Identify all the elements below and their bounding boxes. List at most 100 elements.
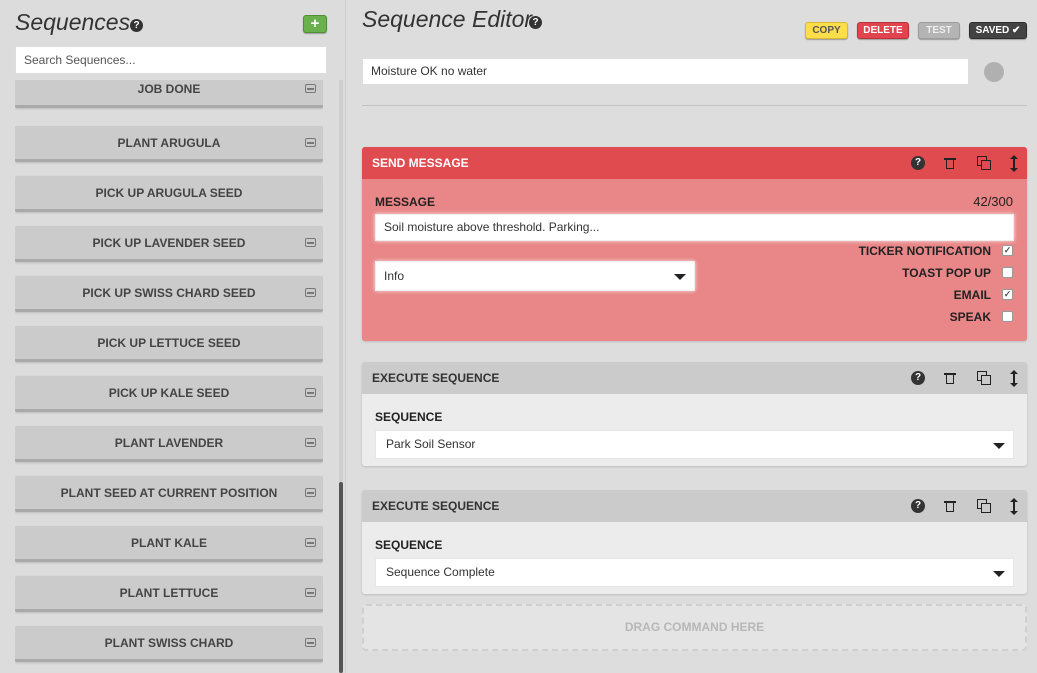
- sequence-select-value: Park Soil Sensor: [386, 437, 476, 451]
- help-icon[interactable]: ?: [130, 19, 143, 32]
- sequences-sidebar: Sequences ? + JOB DONE PLANT ARUGULA PIC…: [0, 0, 346, 673]
- drag-command-dropzone[interactable]: DRAG COMMAND HERE: [362, 604, 1027, 651]
- duplicate-icon[interactable]: [977, 371, 991, 385]
- disk-icon: [305, 84, 316, 93]
- add-sequence-button[interactable]: +: [303, 15, 327, 33]
- char-count: 42/300: [973, 194, 1013, 209]
- sequence-item-label: PLANT ARUGULA: [117, 136, 221, 150]
- disk-icon: [305, 138, 316, 147]
- sidebar-scrollbar[interactable]: [339, 80, 343, 673]
- sequence-select-value: Sequence Complete: [386, 565, 495, 579]
- sequence-item-label: PICK UP SWISS CHARD SEED: [82, 286, 256, 300]
- sequence-item[interactable]: PICK UP ARUGULA SEED: [15, 176, 323, 212]
- email-checkbox[interactable]: ✓: [1002, 289, 1013, 300]
- help-icon[interactable]: ?: [529, 16, 542, 29]
- sidebar-title: Sequences: [15, 9, 131, 35]
- sequence-item[interactable]: PICK UP KALE SEED: [15, 376, 323, 412]
- saved-button[interactable]: SAVED ✔: [969, 22, 1027, 39]
- message-label: MESSAGE: [375, 195, 436, 209]
- execute-sequence-step: EXECUTE SEQUENCE ? SEQUENCE Park Soil Se…: [362, 362, 1027, 466]
- delete-button[interactable]: DELETE: [857, 22, 909, 39]
- channel-label: EMAIL: [953, 288, 991, 302]
- trash-icon[interactable]: [943, 371, 957, 385]
- sequence-item-label: PLANT LAVENDER: [114, 436, 224, 450]
- sequence-select[interactable]: Park Soil Sensor: [375, 430, 1014, 459]
- help-icon[interactable]: ?: [911, 371, 925, 385]
- sequence-item-label: PLANT SEED AT CURRENT POSITION: [60, 486, 278, 500]
- disk-icon: [305, 438, 316, 447]
- sequence-item-label: PICK UP KALE SEED: [108, 386, 230, 400]
- disk-icon: [305, 488, 316, 497]
- divider: [362, 105, 1027, 106]
- disk-icon: [305, 288, 316, 297]
- copy-button[interactable]: COPY: [805, 22, 848, 39]
- sequence-label: SEQUENCE: [375, 410, 443, 424]
- step-header[interactable]: EXECUTE SEQUENCE ?: [362, 490, 1027, 522]
- chevron-down-icon: [993, 571, 1005, 577]
- send-message-step: SEND MESSAGE ? MESSAGE 42/300 Soil moist…: [362, 147, 1027, 341]
- search-sequences-input[interactable]: [15, 46, 327, 74]
- sequence-item-label: PICK UP LAVENDER SEED: [92, 236, 246, 250]
- trash-icon[interactable]: [943, 156, 957, 170]
- sequence-item[interactable]: JOB DONE: [15, 80, 323, 108]
- channel-ticker[interactable]: TICKER NOTIFICATION ✓: [793, 244, 1013, 260]
- channel-label: TICKER NOTIFICATION: [858, 244, 991, 258]
- step-title: EXECUTE SEQUENCE: [372, 499, 500, 513]
- sequence-item-label: JOB DONE: [137, 82, 201, 96]
- sequence-item-label: PLANT KALE: [131, 536, 207, 550]
- sequence-item[interactable]: PICK UP LETTUCE SEED: [15, 326, 323, 362]
- sequence-item-label: PICK UP LETTUCE SEED: [97, 336, 241, 350]
- chevron-down-icon: [993, 443, 1005, 449]
- disk-icon: [305, 638, 316, 647]
- step-header[interactable]: EXECUTE SEQUENCE ?: [362, 362, 1027, 394]
- ticker-checkbox[interactable]: ✓: [1002, 245, 1013, 256]
- color-picker[interactable]: [984, 62, 1004, 82]
- page-title: Sequence Editor: [362, 6, 533, 32]
- sequence-name-input[interactable]: Moisture OK no water: [362, 58, 969, 85]
- sequence-item[interactable]: PLANT KALE: [15, 526, 323, 562]
- move-icon[interactable]: [1007, 370, 1021, 387]
- disk-icon: [305, 588, 316, 597]
- help-icon[interactable]: ?: [911, 499, 925, 513]
- message-input[interactable]: Soil moisture above threshold. Parking..…: [375, 214, 1014, 241]
- message-type-value: Info: [384, 269, 405, 283]
- channel-label: SPEAK: [949, 310, 991, 324]
- duplicate-icon[interactable]: [977, 499, 991, 513]
- move-icon[interactable]: [1007, 155, 1021, 172]
- chevron-down-icon: [674, 274, 686, 280]
- speak-checkbox[interactable]: [1002, 311, 1013, 322]
- move-icon[interactable]: [1007, 498, 1021, 515]
- sequence-item[interactable]: PLANT LAVENDER: [15, 426, 323, 462]
- channel-toast[interactable]: TOAST POP UP: [793, 266, 1013, 282]
- sequence-item[interactable]: PLANT SEED AT CURRENT POSITION: [15, 476, 323, 512]
- disk-icon: [305, 388, 316, 397]
- channel-email[interactable]: EMAIL ✓: [793, 288, 1013, 304]
- test-button[interactable]: TEST: [918, 22, 960, 39]
- execute-sequence-step: EXECUTE SEQUENCE ? SEQUENCE Sequence Com…: [362, 490, 1027, 594]
- sequence-item[interactable]: PLANT LETTUCE: [15, 576, 323, 612]
- help-icon[interactable]: ?: [911, 156, 925, 170]
- sequence-item[interactable]: PLANT ARUGULA: [15, 126, 323, 162]
- sequence-list: JOB DONE PLANT ARUGULA PICK UP ARUGULA S…: [15, 80, 323, 673]
- step-title: SEND MESSAGE: [372, 156, 469, 170]
- disk-icon: [305, 538, 316, 547]
- trash-icon[interactable]: [943, 499, 957, 513]
- sequence-editor: Sequence Editor ? COPY DELETE TEST SAVED…: [346, 0, 1037, 673]
- sequence-select[interactable]: Sequence Complete: [375, 558, 1014, 587]
- channel-speak[interactable]: SPEAK: [793, 310, 1013, 326]
- disk-icon: [305, 238, 316, 247]
- duplicate-icon[interactable]: [977, 156, 991, 170]
- scrollbar-thumb[interactable]: [339, 482, 343, 673]
- sequence-item[interactable]: PLANT SWISS CHARD: [15, 626, 323, 662]
- message-type-select[interactable]: Info: [375, 261, 695, 291]
- sequence-label: SEQUENCE: [375, 538, 443, 552]
- channel-label: TOAST POP UP: [902, 266, 991, 280]
- sequence-item-label: PLANT SWISS CHARD: [104, 636, 234, 650]
- sequence-item-label: PLANT LETTUCE: [119, 586, 219, 600]
- sequence-item[interactable]: PICK UP SWISS CHARD SEED: [15, 276, 323, 312]
- sequence-item-label: PICK UP ARUGULA SEED: [95, 186, 243, 200]
- step-title: EXECUTE SEQUENCE: [372, 371, 500, 385]
- toast-checkbox[interactable]: [1002, 267, 1013, 278]
- step-header[interactable]: SEND MESSAGE ?: [362, 147, 1027, 179]
- sequence-item[interactable]: PICK UP LAVENDER SEED: [15, 226, 323, 262]
